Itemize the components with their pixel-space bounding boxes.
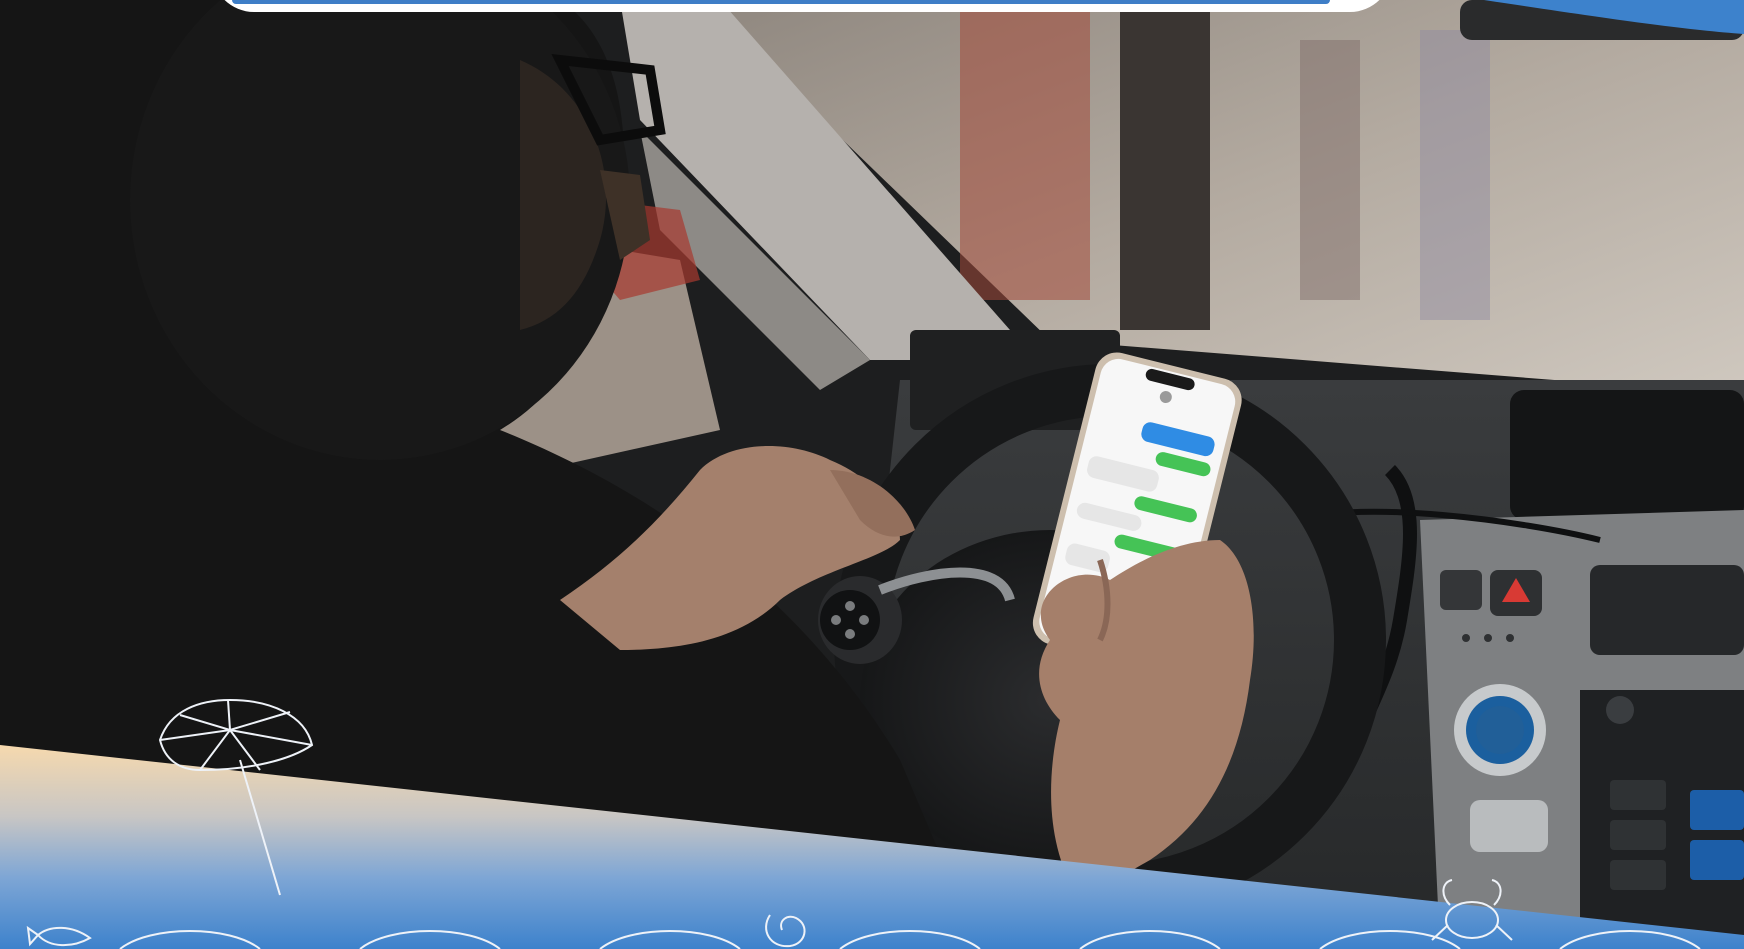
corner-accent: [1484, 0, 1744, 34]
top-banner-strip: [232, 0, 1330, 4]
driver-photo: [0, 0, 1744, 949]
dash-display: [1510, 390, 1744, 520]
center-console: [1420, 510, 1744, 949]
